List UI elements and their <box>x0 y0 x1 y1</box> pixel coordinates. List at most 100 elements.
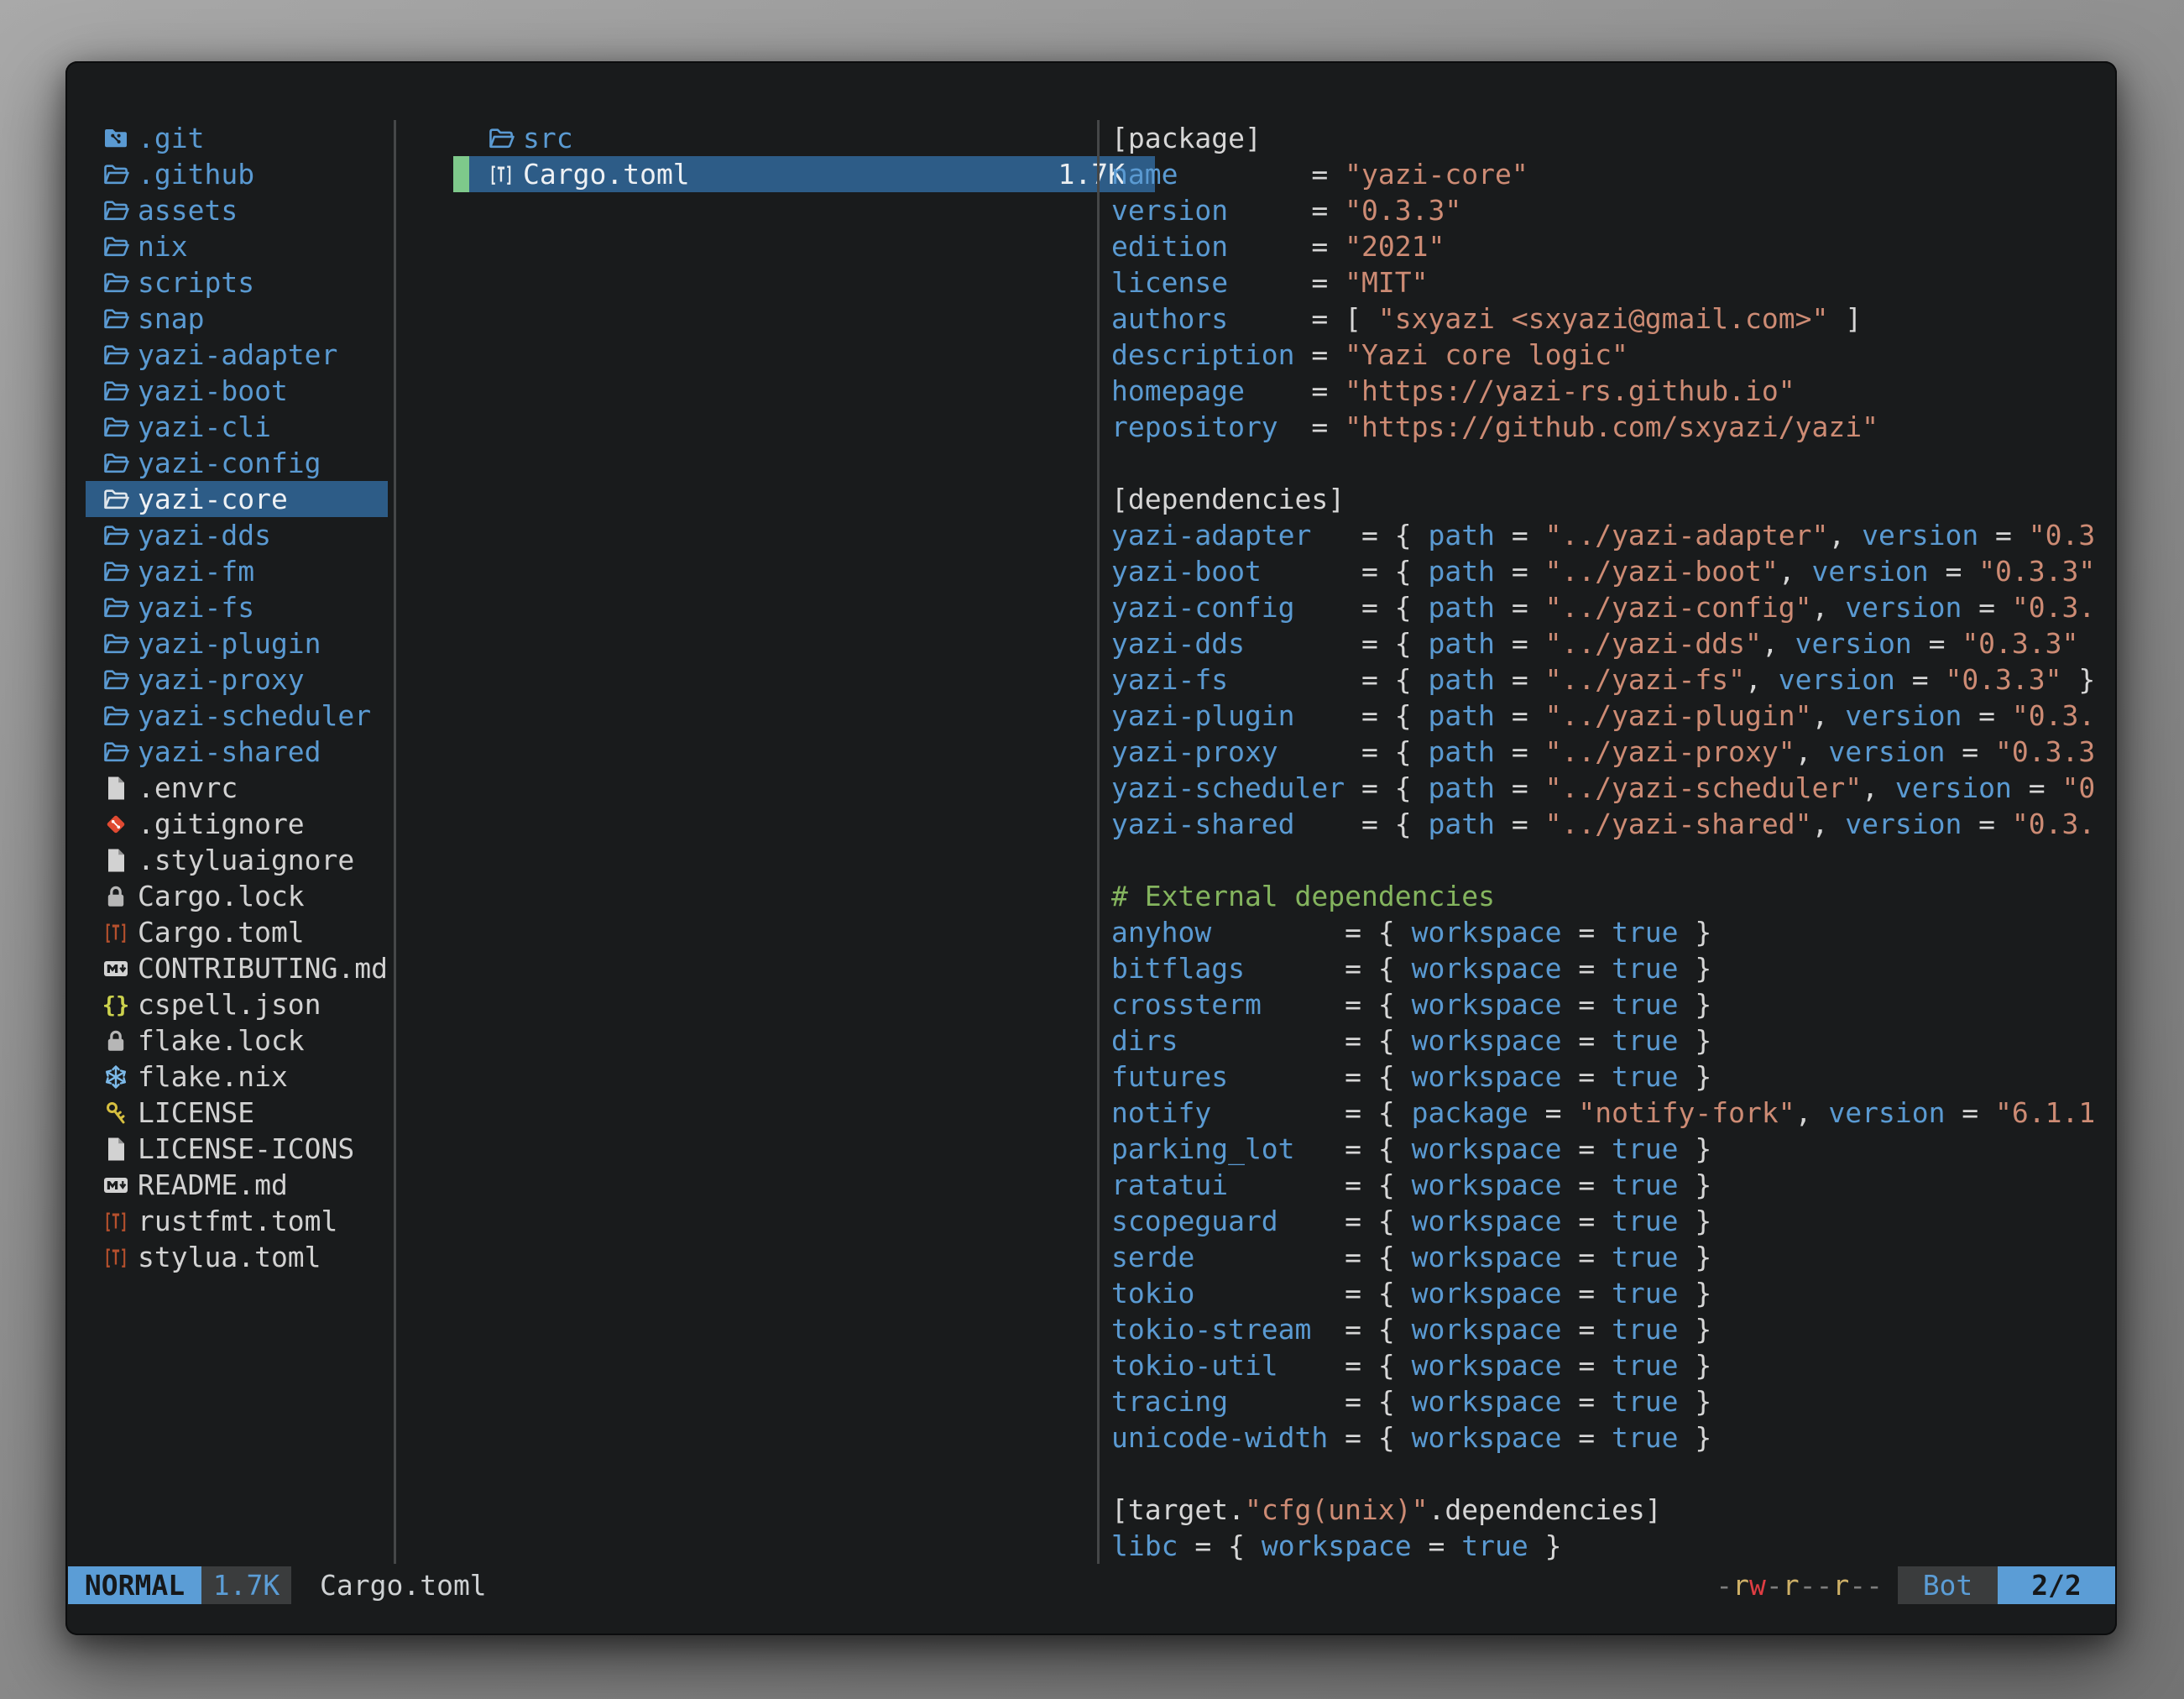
item-name: rustfmt.toml <box>138 1205 337 1237</box>
item-name: .envrc <box>138 771 238 804</box>
folder-icon <box>102 522 129 549</box>
preview-line: description = "Yazi core logic" <box>1111 337 2112 373</box>
preview-line: tokio-util = { workspace = true } <box>1111 1347 2112 1383</box>
preview-line: name = "yazi-core" <box>1111 156 2112 192</box>
parent-item-rustfmt.toml[interactable]: [T] rustfmt.toml <box>86 1203 388 1239</box>
preview-line: yazi-config = { path = "../yazi-config",… <box>1111 589 2112 625</box>
svg-text:[T]: [T] <box>104 1209 128 1233</box>
git-icon <box>102 811 129 838</box>
preview-line: anyhow = { workspace = true } <box>1111 914 2112 950</box>
parent-item-yazi-shared[interactable]: yazi-shared <box>86 734 388 770</box>
parent-item-Cargo.lock[interactable]: Cargo.lock <box>86 878 388 914</box>
scroll-bot-badge: Bot <box>1898 1566 1998 1604</box>
item-name: LICENSE <box>138 1096 254 1129</box>
parent-item-LICENSE[interactable]: LICENSE <box>86 1095 388 1131</box>
preview-line: yazi-proxy = { path = "../yazi-proxy", v… <box>1111 734 2112 770</box>
folder-icon <box>102 306 129 332</box>
current-item-Cargo.toml[interactable]: [T]Cargo.toml1.7K <box>453 156 1155 192</box>
parent-item-yazi-adapter[interactable]: yazi-adapter <box>86 337 388 373</box>
preview-line: authors = [ "sxyazi <sxyazi@gmail.com>" … <box>1111 301 2112 337</box>
parent-item-.gitignore[interactable]: .gitignore <box>86 806 388 842</box>
parent-item-CONTRIBUTING.md[interactable]: CONTRIBUTING.md <box>86 950 388 986</box>
mode-badge: NORMAL <box>68 1566 201 1604</box>
parent-item-yazi-cli[interactable]: yazi-cli <box>86 409 388 445</box>
parent-item-scripts[interactable]: scripts <box>86 264 388 301</box>
item-name: Cargo.toml <box>523 158 690 191</box>
item-name: CONTRIBUTING.md <box>138 952 388 985</box>
item-name: yazi-cli <box>138 410 271 443</box>
preview-line: repository = "https://github.com/sxyazi/… <box>1111 409 2112 445</box>
folder-icon <box>102 703 129 729</box>
file-icon <box>102 1136 129 1163</box>
preview-line: yazi-fs = { path = "../yazi-fs", version… <box>1111 661 2112 698</box>
parent-item-nix[interactable]: nix <box>86 228 388 264</box>
folder-icon <box>102 739 129 766</box>
parent-item-yazi-config[interactable]: yazi-config <box>86 445 388 481</box>
markdown-icon <box>102 1172 129 1199</box>
item-name: flake.nix <box>138 1060 288 1093</box>
parent-item-cspell.json[interactable]: {}cspell.json <box>86 986 388 1022</box>
parent-item-yazi-dds[interactable]: yazi-dds <box>86 517 388 553</box>
item-name: yazi-fs <box>138 591 254 624</box>
parent-item-Cargo.toml[interactable]: [T]Cargo.toml <box>86 914 388 950</box>
git-folder-icon <box>102 125 129 152</box>
permissions-label: -rw-r--r-- <box>1716 1566 1883 1604</box>
folder-icon <box>102 630 129 657</box>
item-name: yazi-fm <box>138 555 254 588</box>
preview-line: yazi-adapter = { path = "../yazi-adapter… <box>1111 517 2112 553</box>
folder-icon <box>102 161 129 188</box>
folder-icon <box>102 269 129 296</box>
item-name: src <box>523 122 573 154</box>
filename-label: Cargo.toml <box>320 1566 487 1604</box>
lock-icon <box>102 883 129 910</box>
file-icon <box>102 847 129 874</box>
current-item-src[interactable]: src <box>453 120 1155 156</box>
current-pane: src[T]Cargo.toml1.7K <box>453 120 1155 192</box>
folder-icon <box>102 558 129 585</box>
parent-item-yazi-proxy[interactable]: yazi-proxy <box>86 661 388 698</box>
parent-item-.styluaignore[interactable]: .styluaignore <box>86 842 388 878</box>
parent-item-.github[interactable]: .github <box>86 156 388 192</box>
folder-icon <box>488 125 515 152</box>
parent-item-.git[interactable]: .git <box>86 120 388 156</box>
item-name: assets <box>138 194 238 227</box>
preview-pane: [package]name = "yazi-core"version = "0.… <box>1111 120 2112 1581</box>
parent-item-stylua.toml[interactable]: [T] stylua.toml <box>86 1239 388 1275</box>
parent-item-README.md[interactable]: README.md <box>86 1167 388 1203</box>
parent-item-yazi-boot[interactable]: yazi-boot <box>86 373 388 409</box>
svg-text:[T]: [T] <box>104 1245 128 1269</box>
parent-item-assets[interactable]: assets <box>86 192 388 228</box>
item-name: yazi-scheduler <box>138 699 371 732</box>
parent-item-flake.lock[interactable]: flake.lock <box>86 1022 388 1059</box>
parent-item-.envrc[interactable]: .envrc <box>86 770 388 806</box>
parent-item-yazi-plugin[interactable]: yazi-plugin <box>86 625 388 661</box>
preview-line: serde = { workspace = true } <box>1111 1239 2112 1275</box>
preview-line: license = "MIT" <box>1111 264 2112 301</box>
item-name: .github <box>138 158 254 191</box>
parent-pane: .git.githubassetsnixscriptssnapyazi-adap… <box>86 120 388 1275</box>
parent-item-LICENSE-ICONS[interactable]: LICENSE-ICONS <box>86 1131 388 1167</box>
file-icon <box>102 775 129 802</box>
nix-icon <box>102 1064 129 1090</box>
item-name: stylua.toml <box>138 1241 321 1273</box>
parent-item-yazi-fm[interactable]: yazi-fm <box>86 553 388 589</box>
parent-item-flake.nix[interactable]: flake.nix <box>86 1059 388 1095</box>
toml-icon: [T] <box>102 919 129 946</box>
preview-line: version = "0.3.3" <box>1111 192 2112 228</box>
json-icon: {} <box>102 991 129 1018</box>
item-name: LICENSE-ICONS <box>138 1132 354 1165</box>
preview-line: scopeguard = { workspace = true } <box>1111 1203 2112 1239</box>
parent-item-yazi-fs[interactable]: yazi-fs <box>86 589 388 625</box>
preview-line: edition = "2021" <box>1111 228 2112 264</box>
preview-line <box>1111 1456 2112 1492</box>
toml-icon: [T] <box>102 1244 129 1271</box>
preview-line: [target."cfg(unix)".dependencies] <box>1111 1492 2112 1528</box>
item-name: snap <box>138 302 204 335</box>
parent-item-yazi-scheduler[interactable]: yazi-scheduler <box>86 698 388 734</box>
preview-line <box>1111 445 2112 481</box>
parent-item-snap[interactable]: snap <box>86 301 388 337</box>
item-name: yazi-shared <box>138 735 321 768</box>
hover-marker <box>453 156 469 192</box>
lock-icon <box>102 1027 129 1054</box>
parent-item-yazi-core[interactable]: yazi-core <box>86 481 388 517</box>
